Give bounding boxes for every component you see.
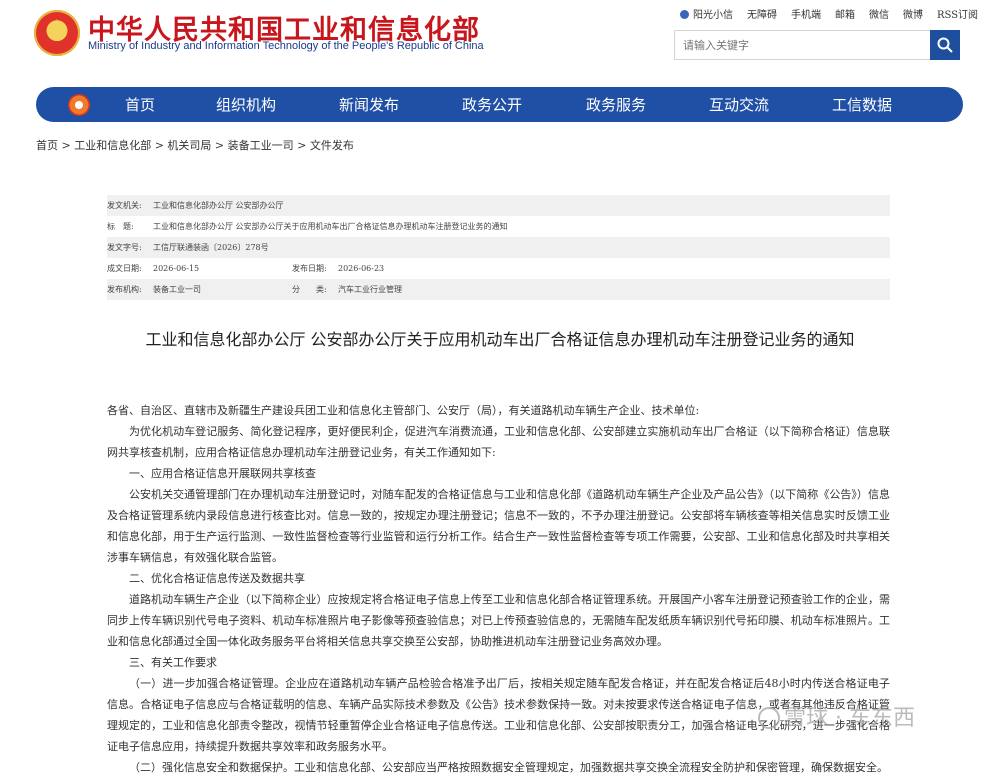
meta-category-label: 分 类:: [292, 285, 327, 294]
meta-row-issuer: 发文机关: 工业和信息化部办公厅 公安部办公厅: [107, 195, 890, 216]
meta-created-value: 2026-06-15: [153, 264, 200, 273]
meta-row-dates: 成文日期: 2026-06-15 发布日期: 2026-06-23: [107, 258, 890, 279]
document-meta-table: 发文机关: 工业和信息化部办公厅 公安部办公厅 标 题: 工业和信息化部办公厅 …: [107, 195, 890, 300]
national-emblem-icon: [34, 10, 80, 56]
document-title: 工业和信息化部办公厅 公安部办公厅关于应用机动车出厂合格证信息办理机动车注册登记…: [145, 330, 855, 349]
meta-title-value: 工业和信息化部办公厅 公安部办公厅关于应用机动车出厂合格证信息办理机动车注册登记…: [153, 222, 508, 231]
nav-item-interaction[interactable]: 互动交流: [709, 94, 769, 115]
section-heading: 三、有关工作要求: [129, 656, 217, 669]
search-input[interactable]: [675, 31, 929, 59]
paragraph: 道路机动车辆生产企业（以下简称企业）应按规定将合格证电子信息上传至工业和信息化部…: [107, 593, 890, 648]
site-name-en[interactable]: Ministry of Industry and Information Tec…: [88, 40, 484, 52]
search-box: [674, 30, 960, 60]
meta-issuer-value: 工业和信息化部办公厅 公安部办公厅: [153, 201, 284, 210]
meta-row-title: 标 题: 工业和信息化部办公厅 公安部办公厅关于应用机动车出厂合格证信息办理机动…: [107, 216, 890, 237]
nav-item-home[interactable]: 首页: [125, 94, 155, 115]
meta-doc-no-value: 工信厅联通装函〔2026〕278号: [153, 243, 269, 252]
search-icon: [937, 37, 953, 53]
paragraph: 为优化机动车登记服务、简化登记程序，更好便民利企，促进汽车消费流通，工业和信息化…: [107, 425, 890, 459]
section-heading: 二、优化合格证信息传送及数据共享: [129, 572, 305, 585]
meta-category-value: 汽车工业行业管理: [338, 285, 402, 294]
main-nav: 首页 组织机构 新闻发布 政务公开 政务服务 互动交流 工信数据: [36, 87, 963, 122]
meta-org-value: 装备工业一司: [153, 285, 201, 294]
toplink-wechat[interactable]: 微信: [869, 6, 889, 21]
toplink-mobile[interactable]: 手机端: [791, 6, 821, 21]
nav-item-organization[interactable]: 组织机构: [216, 94, 276, 115]
nav-logo-icon[interactable]: [68, 94, 90, 116]
watermark: 雪球 · 车东西: [758, 700, 915, 732]
paragraph: 公安机关交通管理部门在办理机动车注册登记时，对随车配发的合格证信息与工业和信息化…: [107, 488, 890, 564]
toplink-rss[interactable]: RSS订阅: [937, 6, 978, 21]
toplink-mail[interactable]: 邮箱: [835, 6, 855, 21]
toplink-sunshine[interactable]: 阳光小信: [680, 6, 733, 21]
nav-item-data[interactable]: 工信数据: [832, 94, 892, 115]
breadcrumb[interactable]: 首页 > 工业和信息化部 > 机关司局 > 装备工业一司 > 文件发布: [36, 137, 354, 153]
nav-item-news[interactable]: 新闻发布: [339, 94, 399, 115]
meta-row-doc-no: 发文字号: 工信厅联通装函〔2026〕278号: [107, 237, 890, 258]
section-heading: 一、应用合格证信息开展联网共享核查: [129, 467, 316, 480]
paragraph: （二）强化信息安全和数据保护。工业和信息化部、公安部应当严格按照数据安全管理规定…: [129, 761, 888, 774]
nav-item-government-affairs[interactable]: 政务公开: [462, 94, 522, 115]
meta-title-label: 标 题:: [107, 222, 134, 231]
toplink-accessibility[interactable]: 无障碍: [747, 6, 777, 21]
meta-org-label: 发布机构:: [107, 285, 142, 294]
salutation: 各省、自治区、直辖市及新疆生产建设兵团工业和信息化主管部门、公安厅（局），有关道…: [107, 404, 700, 417]
meta-published-value: 2026-06-23: [338, 264, 385, 273]
nav-item-services[interactable]: 政务服务: [586, 94, 646, 115]
sunshine-icon: [680, 10, 689, 19]
xueqiu-logo-icon: [758, 707, 780, 729]
top-links: 阳光小信 无障碍 手机端 邮箱 微信 微博 RSS订阅: [680, 6, 978, 21]
meta-published-label: 发布日期:: [292, 264, 327, 273]
toplink-weibo[interactable]: 微博: [903, 6, 923, 21]
meta-row-org: 发布机构: 装备工业一司 分 类: 汽车工业行业管理: [107, 279, 890, 300]
search-button[interactable]: [930, 30, 960, 60]
site-header: 中华人民共和国工业和信息化部 Ministry of Industry and …: [0, 0, 1000, 80]
meta-created-label: 成文日期:: [107, 264, 142, 273]
meta-doc-no-label: 发文字号:: [107, 243, 142, 252]
meta-issuer-label: 发文机关:: [107, 201, 142, 210]
